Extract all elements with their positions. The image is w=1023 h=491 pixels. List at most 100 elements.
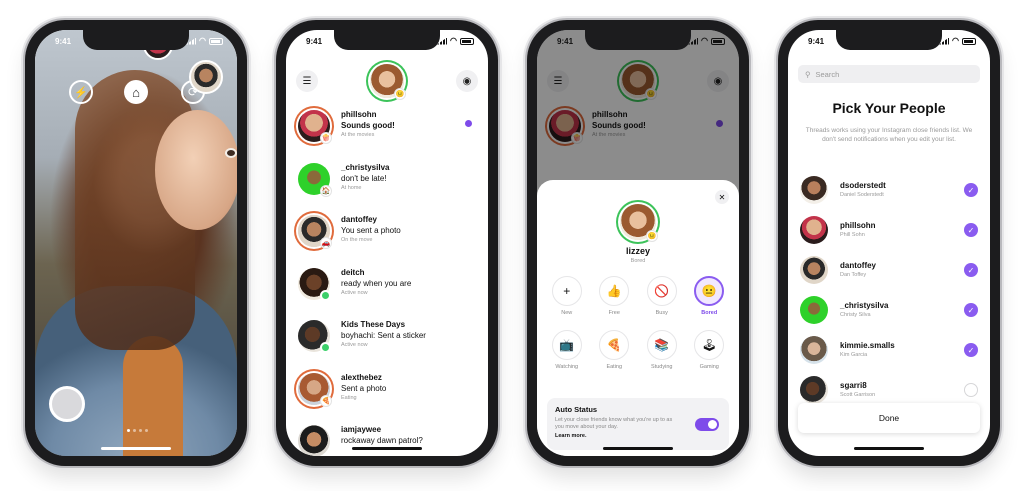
flash-off-icon[interactable]: ⚡: [69, 80, 93, 104]
status-time: 9:41: [55, 37, 72, 46]
status-option-new[interactable]: + New: [543, 276, 591, 316]
status-option-bored[interactable]: 😐 Bored: [686, 276, 734, 316]
page-title: Pick Your People: [832, 100, 946, 116]
status: On the move: [341, 237, 373, 243]
label: Watching: [555, 364, 579, 370]
name: Kids These Days: [341, 320, 406, 329]
full-name: Daniel Soderstedt: [840, 192, 884, 198]
check-icon[interactable]: ✓: [964, 343, 978, 357]
sheet-avatar: 😐: [620, 204, 658, 242]
camera-screen: 9:41 ◠ ⚡ ⌂ ⟳: [35, 30, 237, 456]
auto-status-description: Let your close friends know what you're …: [555, 417, 673, 430]
person-row[interactable]: _christysilva Christy Silva ✓: [788, 290, 990, 330]
books-icon: 📚: [646, 330, 677, 360]
message: ready when you are: [341, 278, 412, 288]
full-name: Christy Silva: [840, 312, 871, 318]
message: Sent a photo: [341, 383, 387, 393]
sheet-user-status: Bored: [630, 258, 646, 264]
username: dsoderstedt: [840, 181, 886, 190]
phone-status: 9:41 ◠ ☰ 😐 ◉ 🍿 phillsohn Sounds good! At t…: [527, 20, 749, 466]
name: phillsohn: [341, 110, 377, 119]
username: dantoffey: [840, 261, 876, 270]
person-row[interactable]: dsoderstedt Daniel Soderstedt ✓: [788, 170, 990, 210]
search-placeholder: Search: [815, 69, 840, 79]
status-option-eating[interactable]: 🍕 Eating: [591, 330, 639, 370]
full-name: Dan Toffey: [840, 272, 867, 278]
name: _christysilva: [341, 162, 390, 172]
name: deitch: [341, 267, 365, 277]
done-button[interactable]: Done: [798, 403, 980, 433]
label: Bored: [701, 310, 718, 316]
label: New: [561, 310, 573, 316]
sheet-user-name: lizzey: [625, 246, 650, 256]
check-icon[interactable]: ✓: [964, 183, 978, 197]
name: dantoffey: [341, 215, 377, 224]
person-row[interactable]: kimmie.smalls Kim Garcia ✓: [788, 330, 990, 370]
status: Eating: [341, 394, 357, 401]
message: rockaway dawn patrol?: [341, 436, 423, 445]
learn-more-link[interactable]: Learn more.: [555, 433, 721, 439]
thread-row[interactable]: iamjaywee rockaway dawn patrol?: [286, 421, 488, 456]
status-time: 9:41: [557, 37, 574, 46]
username: sgarri8: [840, 381, 867, 390]
status-sheet: ✕ 😐 lizzey Bored + New 👍 Free 🚫 Busy 😐 Bored…: [537, 180, 739, 456]
status-time: 9:41: [808, 37, 825, 46]
phone-pick-people: 9:41 ◠ ⚲ Search Pick Your People Threads…: [778, 20, 1000, 466]
status-options: + New 👍 Free 🚫 Busy 😐 Bored 📺 Watching 🍕 Eatin…: [543, 276, 733, 370]
threads-header: ☰ 😐 ◉: [286, 56, 488, 100]
status-option-studying[interactable]: 📚 Studying: [638, 330, 686, 370]
menu-icon[interactable]: ☰: [296, 70, 318, 92]
person-row[interactable]: dantoffey Dan Toffey ✓: [788, 250, 990, 290]
thread-list: 🍿 phillsohn Sounds good! At the movies 🏠 _…: [286, 106, 488, 456]
home-icon[interactable]: ⌂: [124, 80, 148, 104]
unchecked-circle-icon[interactable]: [964, 383, 978, 397]
stage: 9:41 ◠ ⚡ ⌂ ⟳ 9:41 ◠ ☰ 😐 ◉ 🍿 phillsohn So…: [0, 0, 1023, 491]
no-entry-icon: 🚫: [646, 276, 677, 306]
threads-screen: 9:41 ◠ ☰ 😐 ◉ 🍿 phillsohn Sounds good! At t…: [286, 30, 488, 456]
message: Sounds good!: [341, 121, 395, 130]
full-name: Scott Garrison: [840, 392, 876, 398]
auto-status-card: Auto Status Let your close friends know …: [547, 398, 729, 450]
search-input[interactable]: ⚲ Search: [798, 65, 980, 83]
status-option-free[interactable]: 👍 Free: [591, 276, 639, 316]
name: iamjaywee: [341, 425, 382, 434]
status: At the movies: [341, 132, 375, 138]
shutter-button[interactable]: [49, 386, 85, 422]
name: alexthebez: [341, 372, 382, 382]
search-icon: ⚲: [805, 69, 811, 79]
status-option-watching[interactable]: 📺 Watching: [543, 330, 591, 370]
camera-icon[interactable]: ◉: [456, 70, 478, 92]
person-row[interactable]: phillsohn Phill Sohn ✓: [788, 210, 990, 250]
close-icon[interactable]: ✕: [715, 190, 729, 204]
full-name: Phill Sohn: [840, 232, 865, 238]
message: You sent a photo: [341, 226, 401, 235]
pizza-icon: 🍕: [599, 330, 630, 360]
message: don't be late!: [341, 173, 387, 183]
label: Studying: [651, 364, 673, 370]
thread-row[interactable]: Kids These Days boyhachi: Sent a sticker A…: [286, 316, 488, 369]
thread-row[interactable]: 🏠 _christysilva don't be late! At home: [286, 159, 488, 212]
status-option-busy[interactable]: 🚫 Busy: [638, 276, 686, 316]
thread-row[interactable]: deitch ready when you are Active now: [286, 264, 488, 317]
status: At home: [341, 184, 362, 191]
thumbs-up-icon: 👍: [599, 276, 630, 306]
check-icon[interactable]: ✓: [964, 263, 978, 277]
message: boyhachi: Sent a sticker: [341, 331, 426, 340]
label: Free: [608, 310, 620, 316]
label: Busy: [655, 310, 668, 316]
plus-icon: +: [551, 276, 582, 306]
phone-camera: 9:41 ◠ ⚡ ⌂ ⟳: [25, 20, 247, 466]
camera-friend-avatar[interactable]: [189, 60, 223, 94]
people-list: dsoderstedt Daniel Soderstedt ✓ phillsohn…: [788, 170, 990, 410]
check-icon[interactable]: ✓: [964, 223, 978, 237]
my-avatar[interactable]: 😐: [370, 64, 406, 100]
username: kimmie.smalls: [840, 341, 895, 350]
status-option-gaming[interactable]: 🕹 Gaming: [686, 330, 734, 370]
thread-row[interactable]: 🍿 phillsohn Sounds good! At the movies: [286, 106, 488, 159]
check-icon[interactable]: ✓: [964, 303, 978, 317]
thread-row[interactable]: 🚗 dantoffey You sent a photo On the move: [286, 211, 488, 264]
status-screen: 9:41 ◠ ☰ 😐 ◉ 🍿 phillsohn Sounds good! At t…: [537, 30, 739, 456]
auto-status-toggle[interactable]: [695, 418, 719, 431]
thread-row[interactable]: 🍕 alexthebez Sent a photo Eating: [286, 369, 488, 422]
username: _christysilva: [840, 301, 889, 310]
